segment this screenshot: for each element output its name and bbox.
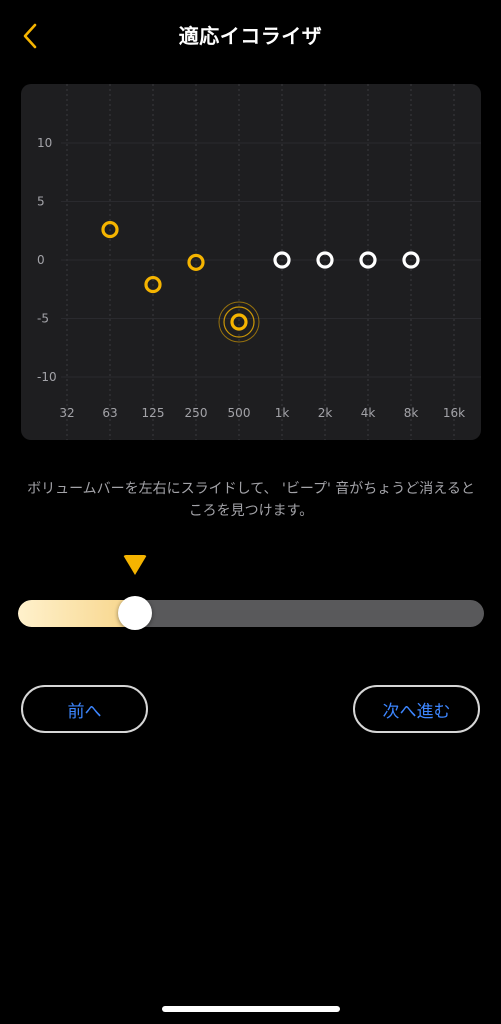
prev-button[interactable]: 前へ: [21, 685, 148, 733]
equalizer-screen: 適応イコライザ 10 5 0 -5 -10 32 63 125 250 500 1k 2k 4k 8k 16…: [0, 0, 501, 1024]
x-tick-label: 16k: [443, 406, 465, 420]
eq-point: [187, 253, 205, 271]
volume-slider[interactable]: [18, 555, 484, 645]
y-tick-label: -10: [37, 370, 57, 384]
x-tick-label: 2k: [318, 406, 333, 420]
x-tick-label: 4k: [361, 406, 376, 420]
instruction-text: ボリュームバーを左右にスライドして、 'ビープ' 音がちょうど消えるところを見つ…: [27, 481, 475, 519]
equalizer-graph: 10 5 0 -5 -10 32 63 125 250 500 1k 2k 4k 8k 16k: [21, 84, 481, 440]
y-tick-label: 10: [37, 136, 52, 150]
equalizer-chart: 10 5 0 -5 -10 32 63 125 250 500 1k 2k 4k 8k 16k: [37, 84, 481, 440]
slider-track[interactable]: [18, 600, 484, 627]
x-tick-label: 125: [142, 406, 165, 420]
x-tick-label: 1k: [275, 406, 290, 420]
home-indicator: [162, 1006, 340, 1012]
header: 適応イコライザ: [0, 0, 501, 70]
slider-thumb[interactable]: [117, 596, 152, 630]
eq-point: [230, 313, 248, 331]
target-marker-icon: [122, 555, 147, 575]
active-ring-outer: [218, 301, 260, 343]
y-tick-label: 0: [37, 253, 45, 267]
x-tick-label: 32: [59, 406, 74, 420]
page-title: 適応イコライザ: [178, 24, 323, 48]
x-tick-label: 8k: [404, 406, 419, 420]
active-ring-inner: [223, 306, 255, 338]
y-tick-label: 5: [37, 195, 45, 209]
x-tick-label: 500: [228, 406, 251, 420]
x-tick-label: 250: [185, 406, 208, 420]
x-tick-label: 63: [102, 406, 117, 420]
next-button[interactable]: 次へ進む: [353, 685, 480, 733]
y-tick-label: -5: [37, 312, 49, 326]
